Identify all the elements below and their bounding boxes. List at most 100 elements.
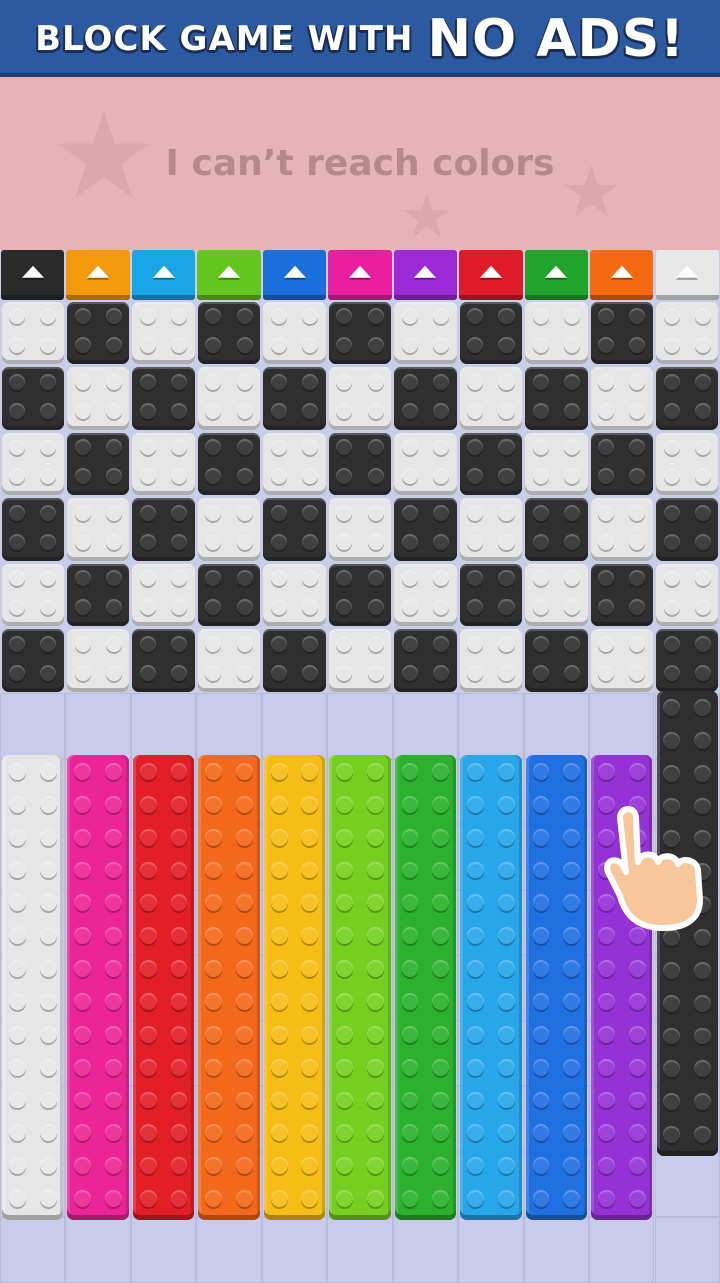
block-stud <box>628 992 646 1010</box>
grid-block[interactable] <box>197 432 261 495</box>
grid-block[interactable] <box>656 498 719 561</box>
color-tab-1[interactable] <box>66 250 130 300</box>
grid-block[interactable] <box>263 367 326 430</box>
grid-block[interactable] <box>1 629 64 692</box>
grid-block[interactable] <box>590 301 653 364</box>
color-bar-1[interactable] <box>67 755 129 1220</box>
color-tab-9[interactable] <box>590 250 654 300</box>
grid-block[interactable] <box>197 563 261 626</box>
grid-block[interactable] <box>263 563 326 626</box>
grid-block[interactable] <box>66 629 130 692</box>
grid-block[interactable] <box>328 498 392 561</box>
grid-block[interactable] <box>590 498 653 561</box>
grid-block[interactable] <box>263 432 326 495</box>
grid-block[interactable] <box>263 498 326 561</box>
grid-block[interactable] <box>328 629 392 692</box>
grid-block[interactable] <box>525 301 588 364</box>
grid-block[interactable] <box>132 301 195 364</box>
grid-block[interactable] <box>590 563 653 626</box>
grid-block[interactable] <box>656 629 719 692</box>
grid-block[interactable] <box>328 432 392 495</box>
block-stud <box>170 894 188 912</box>
grid-block[interactable] <box>197 367 261 430</box>
grid-block[interactable] <box>328 301 392 364</box>
grid-block[interactable] <box>656 301 719 364</box>
color-bar-2[interactable] <box>132 755 195 1220</box>
grid-block[interactable] <box>263 301 326 364</box>
grid-block[interactable] <box>132 432 195 495</box>
grid-block[interactable] <box>459 498 523 561</box>
grid-block[interactable] <box>394 629 457 692</box>
grid-block[interactable] <box>459 432 523 495</box>
block-stud <box>235 1025 253 1043</box>
color-tab-6[interactable] <box>393 250 458 300</box>
block-stud <box>205 861 223 879</box>
grid-block[interactable] <box>1 432 64 495</box>
grid-block[interactable] <box>656 367 719 430</box>
grid-block[interactable] <box>66 432 130 495</box>
block-stud <box>39 762 57 780</box>
game-board[interactable] <box>0 250 720 1283</box>
grid-block[interactable] <box>1 563 64 626</box>
grid-block[interactable] <box>197 301 261 364</box>
color-bar-5[interactable] <box>329 755 391 1220</box>
block-stud <box>270 1190 288 1207</box>
grid-block[interactable] <box>590 367 653 430</box>
block-stud <box>302 337 319 354</box>
grid-block[interactable] <box>328 563 392 626</box>
color-tab-3[interactable] <box>197 250 261 300</box>
color-tab-8[interactable] <box>524 250 589 300</box>
grid-block[interactable] <box>197 629 261 692</box>
grid-block[interactable] <box>525 629 588 692</box>
grid-block[interactable] <box>394 367 457 430</box>
grid-block[interactable] <box>66 367 130 430</box>
empty-slot <box>130 1217 197 1283</box>
block-stud <box>205 1124 223 1142</box>
block-stud <box>532 762 550 780</box>
color-tab-0[interactable] <box>1 250 65 300</box>
color-bar-0[interactable] <box>2 755 64 1220</box>
grid-block[interactable] <box>525 563 588 626</box>
grid-block[interactable] <box>525 432 588 495</box>
color-bar-6[interactable] <box>394 755 457 1220</box>
grid-block[interactable] <box>590 432 653 495</box>
grid-block[interactable] <box>1 301 64 364</box>
color-bar-3[interactable] <box>198 755 260 1220</box>
grid-block[interactable] <box>590 629 653 692</box>
grid-block[interactable] <box>394 498 457 561</box>
grid-block[interactable] <box>394 301 457 364</box>
color-tab-5[interactable] <box>328 250 392 300</box>
grid-block[interactable] <box>66 563 130 626</box>
grid-block[interactable] <box>1 367 64 430</box>
grid-block[interactable] <box>197 498 261 561</box>
grid-block[interactable] <box>132 367 195 430</box>
color-bar-7[interactable] <box>460 755 522 1220</box>
grid-block[interactable] <box>263 629 326 692</box>
grid-block[interactable] <box>132 498 195 561</box>
color-tab-2[interactable] <box>131 250 196 300</box>
grid-block[interactable] <box>132 563 195 626</box>
block-stud <box>336 1157 354 1175</box>
color-bar-4[interactable] <box>263 755 326 1220</box>
grid-block[interactable] <box>66 301 130 364</box>
grid-block[interactable] <box>525 498 588 561</box>
grid-block[interactable] <box>66 498 130 561</box>
grid-block[interactable] <box>656 432 719 495</box>
grid-block[interactable] <box>394 563 457 626</box>
grid-block[interactable] <box>656 563 719 626</box>
color-tab-10[interactable] <box>655 250 719 300</box>
grid-block[interactable] <box>328 367 392 430</box>
block-stud <box>432 795 450 813</box>
grid-block[interactable] <box>459 367 523 430</box>
color-tab-7[interactable] <box>459 250 523 300</box>
block-stud <box>336 599 353 616</box>
color-tab-4[interactable] <box>262 250 327 300</box>
grid-block[interactable] <box>459 563 523 626</box>
grid-block[interactable] <box>394 432 457 495</box>
grid-block[interactable] <box>459 629 523 692</box>
grid-block[interactable] <box>459 301 523 364</box>
color-bar-8[interactable] <box>525 755 588 1220</box>
grid-block[interactable] <box>132 629 195 692</box>
grid-block[interactable] <box>1 498 64 561</box>
grid-block[interactable] <box>525 367 588 430</box>
